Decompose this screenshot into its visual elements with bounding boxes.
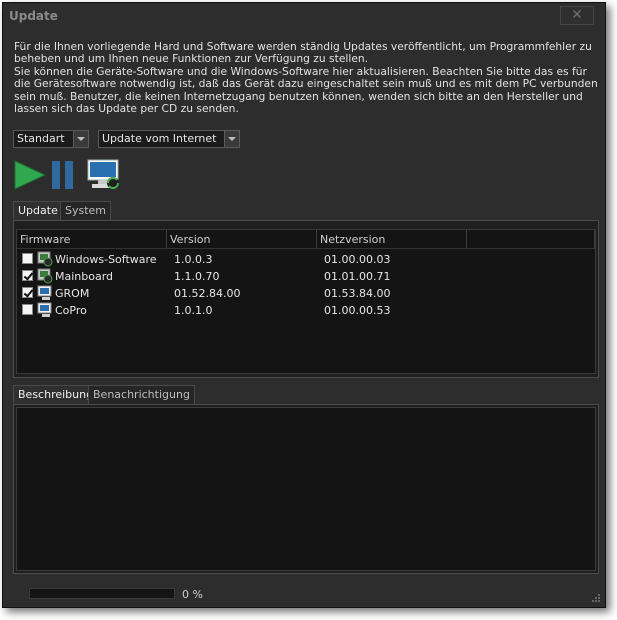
description-area[interactable] — [16, 407, 596, 571]
mode-select[interactable]: Standart — [13, 130, 89, 148]
mainboard-icon — [37, 268, 53, 284]
row-checkbox[interactable] — [22, 270, 33, 281]
status-bar: 0 % — [3, 580, 605, 607]
bottom-tab-bar: Beschreibung Benachrichtigung — [13, 385, 273, 404]
close-button[interactable]: ✕ — [560, 6, 594, 25]
firmware-name: GROM — [55, 287, 90, 300]
tab-benachrichtigung[interactable]: Benachrichtigung — [88, 385, 195, 404]
column-version[interactable]: Version — [167, 230, 317, 249]
info-text: Für die Ihnen vorliegende Hard und Softw… — [14, 40, 600, 116]
table-row[interactable]: Mainboard 1.1.0.70 01.01.00.71 — [17, 268, 595, 285]
info-paragraph-2: Sie können die Geräte-Software und die W… — [14, 64, 598, 116]
firmware-list[interactable]: Firmware Version Netzversion Windows-Sof… — [16, 229, 596, 374]
firmware-netversion: 01.53.84.00 — [324, 287, 391, 300]
pause-button[interactable] — [49, 159, 77, 191]
grom-icon — [37, 285, 52, 300]
firmware-netversion: 01.00.00.53 — [324, 304, 391, 317]
firmware-version: 1.1.0.70 — [174, 270, 220, 283]
chevron-down-icon[interactable] — [73, 131, 88, 147]
list-header: Firmware Version Netzversion — [17, 230, 595, 249]
firmware-netversion: 01.01.00.71 — [324, 270, 391, 283]
window-title: Update — [9, 9, 58, 23]
column-extra[interactable] — [467, 230, 595, 249]
top-tab-bar: Update System — [13, 201, 213, 220]
column-netzversion[interactable]: Netzversion — [317, 230, 467, 249]
connect-pc-button[interactable] — [87, 159, 121, 191]
firmware-version: 1.0.0.3 — [174, 253, 213, 266]
firmware-name: CoPro — [55, 304, 87, 317]
firmware-netversion: 01.00.00.03 — [324, 253, 391, 266]
mode-select-value: Standart — [17, 132, 65, 145]
progress-text: 0 % — [182, 588, 203, 601]
update-window: Update ✕ Für die Ihnen vorliegende Hard … — [2, 2, 606, 608]
resize-grip-icon[interactable] — [591, 593, 601, 603]
windows-software-icon — [37, 251, 53, 267]
firmware-version: 01.52.84.00 — [174, 287, 241, 300]
play-icon — [14, 160, 47, 190]
tab-system[interactable]: System — [60, 201, 112, 220]
column-firmware[interactable]: Firmware — [17, 230, 167, 249]
source-select[interactable]: Update vom Internet — [98, 130, 240, 148]
table-row[interactable]: GROM 01.52.84.00 01.53.84.00 — [17, 285, 595, 302]
tab-beschreibung[interactable]: Beschreibung — [13, 385, 99, 404]
chevron-down-icon[interactable] — [224, 131, 239, 147]
firmware-panel: Firmware Version Netzversion Windows-Sof… — [13, 220, 599, 378]
row-checkbox[interactable] — [22, 253, 33, 264]
table-row[interactable]: CoPro 1.0.1.0 01.00.00.53 — [17, 302, 595, 319]
table-row[interactable]: Windows-Software 1.0.0.3 01.00.00.03 — [17, 251, 595, 268]
start-update-button[interactable] — [13, 159, 47, 191]
computer-refresh-icon — [87, 159, 119, 189]
info-paragraph-1: Für die Ihnen vorliegende Hard und Softw… — [14, 40, 592, 66]
copro-icon — [37, 302, 52, 317]
row-checkbox[interactable] — [22, 304, 33, 315]
firmware-name: Windows-Software — [55, 253, 157, 266]
source-select-value: Update vom Internet — [102, 132, 217, 145]
title-bar: Update ✕ — [3, 3, 605, 29]
progress-bar — [29, 588, 175, 599]
firmware-name: Mainboard — [55, 270, 114, 283]
tab-update[interactable]: Update — [13, 201, 63, 220]
description-panel — [13, 404, 599, 574]
pause-icon — [52, 161, 73, 189]
firmware-version: 1.0.1.0 — [174, 304, 213, 317]
row-checkbox[interactable] — [22, 287, 33, 298]
